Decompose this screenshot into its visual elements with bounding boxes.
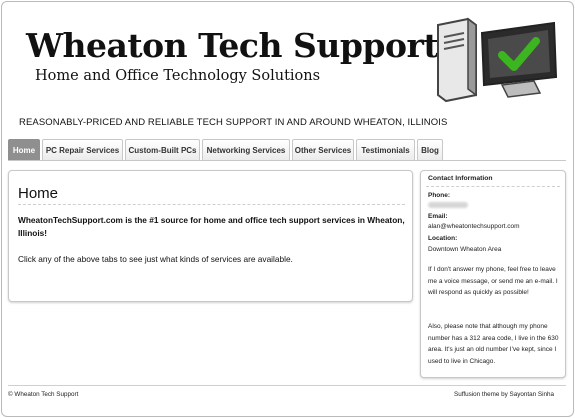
phone-label: Phone: bbox=[428, 192, 451, 199]
contact-sidebar: Contact Information Phone: Email: alan@w… bbox=[420, 170, 566, 378]
footer-copyright: © Wheaton Tech Support bbox=[8, 391, 79, 398]
tab-blog[interactable]: Blog bbox=[417, 139, 443, 160]
tab-custom-built-pcs[interactable]: Custom-Built PCs bbox=[125, 139, 200, 160]
intro-text: Click any of the above tabs to see just … bbox=[18, 254, 293, 264]
main-content-panel: Home WheatonTechSupport.com is the #1 so… bbox=[8, 170, 413, 302]
site-tagline: Home and Office Technology Solutions bbox=[35, 68, 321, 84]
tabs-divider bbox=[8, 160, 566, 161]
title-divider bbox=[18, 204, 405, 205]
tab-pc-repair-services[interactable]: PC Repair Services bbox=[42, 139, 123, 160]
contact-note: If I don't answer my phone, feel free to… bbox=[428, 266, 558, 296]
tab-other-services[interactable]: Other Services bbox=[292, 139, 354, 160]
location-value: Downtown Wheaton Area bbox=[428, 246, 502, 253]
computer-checkmark-icon[interactable] bbox=[430, 15, 562, 110]
page-title: Home bbox=[18, 185, 59, 202]
intro-lead: WheatonTechSupport.com is the #1 source … bbox=[18, 215, 405, 238]
tab-home[interactable]: Home bbox=[8, 139, 40, 160]
email-link[interactable]: alan@wheatontechsupport.com bbox=[428, 223, 520, 230]
tab-testimonials[interactable]: Testimonials bbox=[356, 139, 415, 160]
email-label: Email: bbox=[428, 213, 448, 220]
area-code-note: Also, please note that although my phone… bbox=[428, 323, 559, 365]
sidebar-title: Contact Information bbox=[428, 175, 493, 182]
phone-value-redacted bbox=[428, 202, 468, 210]
tab-networking-services[interactable]: Networking Services bbox=[202, 139, 290, 160]
sidebar-divider bbox=[426, 186, 560, 187]
footer-theme-credit[interactable]: Suffusion theme by Sayontan Sinha bbox=[454, 391, 554, 398]
site-slogan: REASONABLY-PRICED AND RELIABLE TECH SUPP… bbox=[19, 117, 448, 128]
footer-divider bbox=[8, 385, 566, 386]
site-title[interactable]: Wheaton Tech Support bbox=[26, 26, 439, 65]
location-label: Location: bbox=[428, 235, 458, 242]
